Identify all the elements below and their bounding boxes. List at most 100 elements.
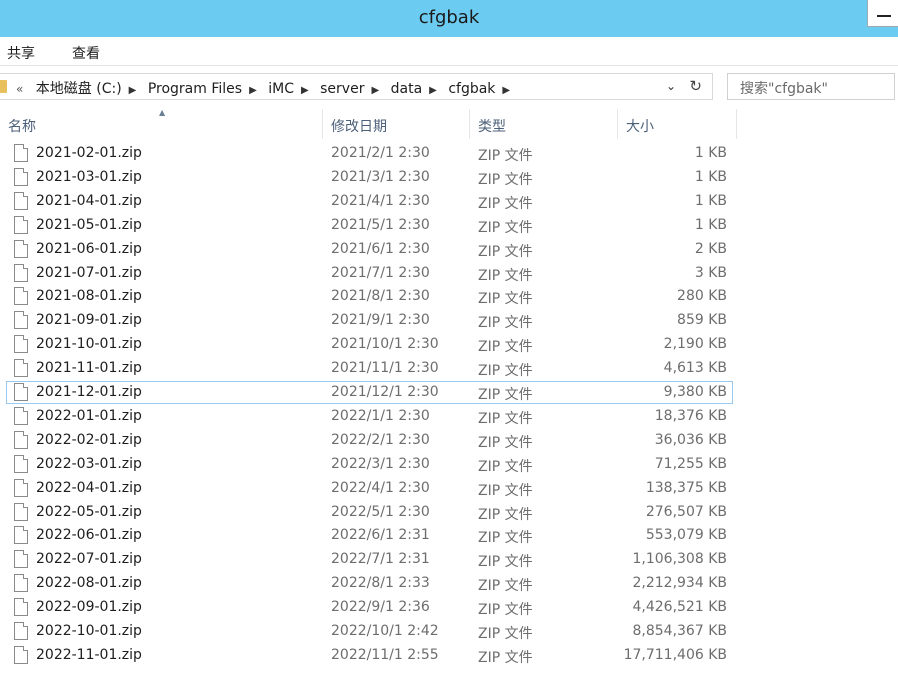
file-icon [14,430,28,449]
ribbon: 共享 查看 [0,37,898,66]
breadcrumb-item-cfgbak[interactable]: cfgbak [448,81,495,97]
file-size: 18,376 KB [654,407,727,424]
refresh-icon[interactable]: ↻ [689,77,702,95]
table-row[interactable]: 2022-11-01.zip 2022/11/1 2:55 ZIP 文件 17,711… [0,644,737,668]
file-date: 2021/5/1 2:30 [331,216,430,233]
column-header-name[interactable]: 名称 ▲ [0,108,323,139]
file-size: 4,613 KB [663,360,727,377]
chevron-down-icon[interactable]: ⌄ [666,79,676,93]
table-row[interactable]: 2022-06-01.zip 2022/6/1 2:31 ZIP 文件 553,079… [0,524,737,548]
minimize-icon [877,15,891,17]
file-icon [14,622,28,640]
file-type: ZIP 文件 [478,291,533,308]
file-type: ZIP 文件 [478,171,533,188]
file-type: ZIP 文件 [478,602,533,619]
file-type: ZIP 文件 [478,458,533,475]
breadcrumb-separator-icon[interactable]: ▶ [429,85,437,96]
file-icon [14,383,28,401]
file-date: 2021/6/1 2:30 [331,240,430,257]
file-type: ZIP 文件 [478,578,533,595]
file-size: 4,426,521 KB [632,599,728,616]
file-name: 2021-10-01.zip [36,336,142,353]
file-date: 2022/7/1 2:31 [331,551,430,568]
file-icon [14,598,28,617]
file-type: ZIP 文件 [478,363,533,380]
breadcrumb-separator-icon[interactable]: ▶ [502,85,510,96]
file-icon [14,311,28,330]
table-row[interactable]: 2021-11-01.zip 2021/11/1 2:30 ZIP 文件 4,613 … [0,357,737,381]
breadcrumb-separator-icon[interactable]: ▶ [129,85,137,96]
file-size: 1 KB [694,216,727,233]
search-input[interactable]: 搜索"cfgbak" [727,73,895,100]
file-name: 2021-02-01.zip [36,145,142,161]
file-icon [14,574,28,593]
file-date: 2022/4/1 2:30 [331,479,430,496]
file-date: 2021/4/1 2:30 [331,192,430,209]
file-icon [14,550,28,569]
table-row[interactable]: 2021-05-01.zip 2021/5/1 2:30 ZIP 文件 1 KB [0,214,737,238]
file-type: ZIP 文件 [478,195,533,212]
table-row[interactable]: 2022-02-01.zip 2022/2/1 2:30 ZIP 文件 36,036 … [0,429,737,453]
file-icon [14,478,28,497]
file-date: 2022/6/1 2:31 [331,527,430,544]
file-size: 1 KB [694,145,727,161]
address-bar[interactable]: « 本地磁盘 (C:) ▶ Program Files ▶ iMC ▶ server ▶… [0,73,713,100]
file-icon [14,359,28,378]
table-row[interactable]: 2021-08-01.zip 2021/8/1 2:30 ZIP 文件 280 KB [0,285,737,309]
file-icon [14,167,28,186]
table-row[interactable]: 2022-09-01.zip 2022/9/1 2:36 ZIP 文件 4,426,5… [0,596,737,620]
file-type: ZIP 文件 [478,482,533,499]
file-type: ZIP 文件 [478,434,533,451]
file-type: ZIP 文件 [478,506,533,523]
column-header-label: 名称 [8,119,36,135]
file-date: 2021/8/1 2:30 [331,288,430,305]
table-row[interactable]: 2021-07-01.zip 2021/7/1 2:30 ZIP 文件 3 KB [0,262,737,286]
minimize-button[interactable] [867,0,898,27]
table-row[interactable]: 2021-02-01.zip 2021/2/1 2:30 ZIP 文件 1 KB [0,142,737,166]
table-row[interactable]: 2021-03-01.zip 2021/3/1 2:30 ZIP 文件 1 KB [0,166,737,190]
table-row[interactable]: 2022-05-01.zip 2022/5/1 2:30 ZIP 文件 276,507… [0,501,737,525]
table-row[interactable]: 2022-07-01.zip 2022/7/1 2:31 ZIP 文件 1,106,3… [0,548,737,572]
file-date: 2022/2/1 2:30 [331,431,430,448]
breadcrumb-separator-icon[interactable]: ▶ [249,85,257,96]
table-row[interactable]: 2021-06-01.zip 2021/6/1 2:30 ZIP 文件 2 KB [0,238,737,262]
file-size: 138,375 KB [645,479,727,496]
file-size: 8,854,367 KB [632,623,728,639]
breadcrumb-item-imc[interactable]: iMC [268,81,294,97]
column-header-date[interactable]: 修改日期 [323,109,470,139]
table-row[interactable]: 2022-08-01.zip 2022/8/1 2:33 ZIP 文件 2,212,9… [0,572,737,596]
file-date: 2021/9/1 2:30 [331,312,430,329]
breadcrumb-separator-icon[interactable]: ▶ [371,85,379,96]
file-size: 3 KB [694,264,727,281]
column-header-size[interactable]: 大小 [618,109,737,139]
breadcrumb-item-program-files[interactable]: Program Files [148,81,242,97]
file-name: 2022-09-01.zip [36,599,142,616]
file-size: 553,079 KB [645,527,727,544]
tab-share[interactable]: 共享 [7,43,35,63]
breadcrumb-separator-icon[interactable]: ▶ [301,85,309,96]
file-name: 2022-04-01.zip [36,479,142,496]
table-row[interactable]: 2022-04-01.zip 2022/4/1 2:30 ZIP 文件 138,375… [0,477,737,501]
file-name: 2021-08-01.zip [36,288,142,305]
title-bar: cfgbak [0,0,898,37]
file-type: ZIP 文件 [478,554,533,571]
table-row[interactable]: 2021-10-01.zip 2021/10/1 2:30 ZIP 文件 2,190 … [0,333,737,357]
file-type: ZIP 文件 [478,315,533,332]
table-row[interactable]: 2021-09-01.zip 2021/9/1 2:30 ZIP 文件 859 KB [0,309,737,333]
breadcrumb-item-drive[interactable]: 本地磁盘 (C:) [36,78,122,98]
file-size: 1 KB [694,168,727,185]
table-row[interactable]: 2021-04-01.zip 2021/4/1 2:30 ZIP 文件 1 KB [0,190,737,214]
table-row[interactable]: 2022-03-01.zip 2022/3/1 2:30 ZIP 文件 71,255 … [0,453,737,477]
overflow-chevron-icon[interactable]: « [16,82,23,96]
tab-view[interactable]: 查看 [72,43,100,63]
table-row[interactable]: 2022-10-01.zip 2022/10/1 2:42 ZIP 文件 8,854,… [0,620,737,644]
file-date: 2022/9/1 2:36 [331,599,430,616]
table-row[interactable]: 2022-01-01.zip 2022/1/1 2:30 ZIP 文件 18,376 … [0,405,737,429]
column-header-type[interactable]: 类型 [470,109,618,139]
breadcrumb-item-server[interactable]: server [320,81,364,97]
file-type: ZIP 文件 [478,387,533,403]
file-type: ZIP 文件 [478,410,533,427]
table-row[interactable]: 2021-12-01.zip 2021/12/1 2:30 ZIP 文件 9,380 … [0,381,737,405]
file-size: 71,255 KB [654,455,727,472]
breadcrumb-item-data[interactable]: data [391,81,423,97]
